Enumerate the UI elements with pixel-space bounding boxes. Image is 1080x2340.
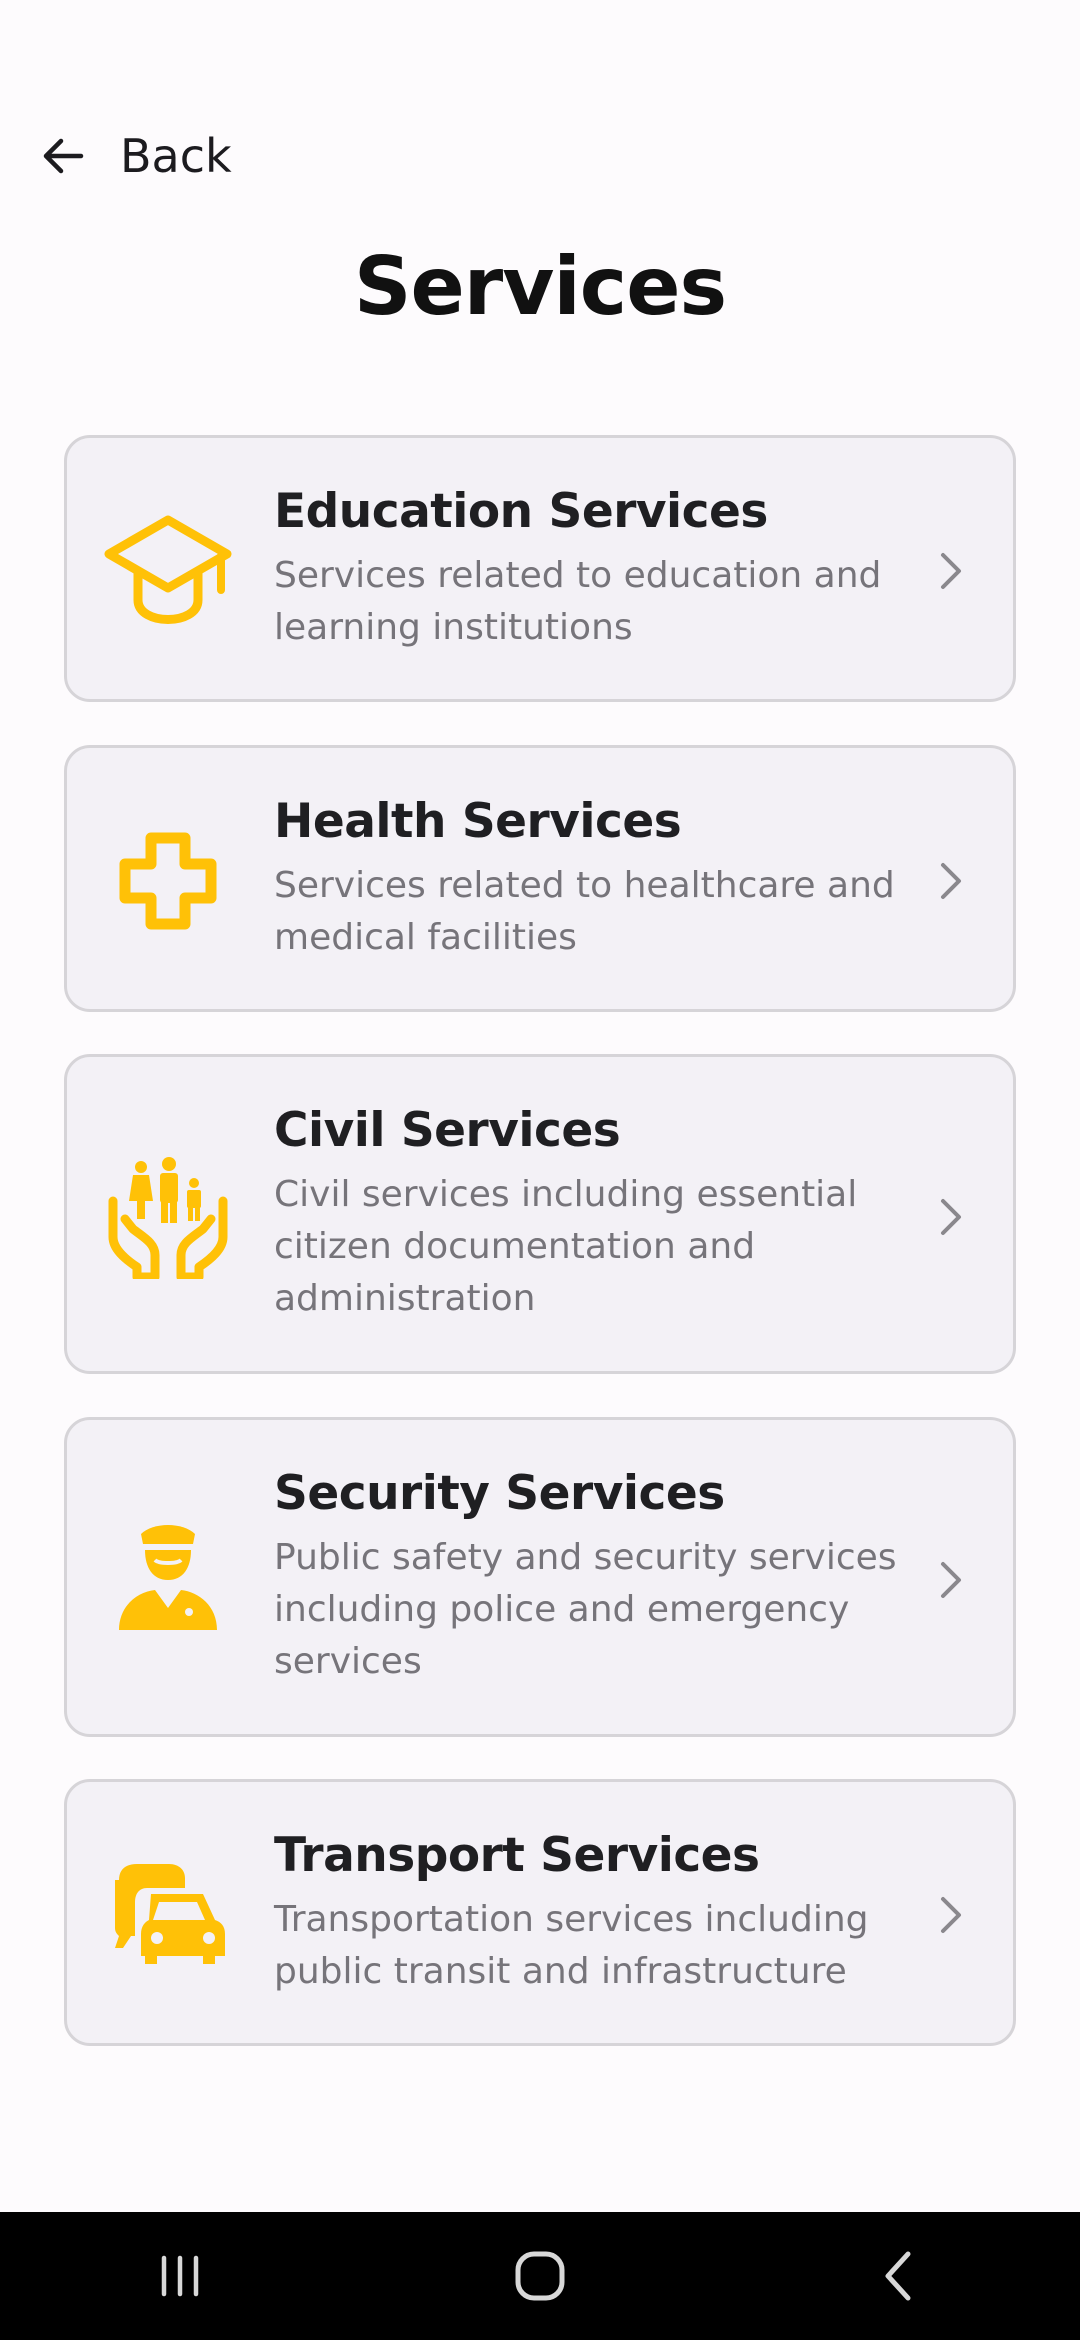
- medical-cross-icon: [103, 816, 233, 946]
- service-description: Services related to healthcare and medic…: [274, 865, 895, 958]
- recents-icon[interactable]: [120, 2236, 240, 2316]
- page-title: Services: [353, 240, 727, 333]
- service-title: Security Services: [274, 1466, 725, 1521]
- system-nav-bar: [0, 2212, 1080, 2340]
- home-icon[interactable]: [480, 2236, 600, 2316]
- chevron-right-icon: [931, 1555, 971, 1605]
- service-description: Civil services including essential citiz…: [274, 1174, 858, 1319]
- service-title: Civil Services: [274, 1103, 621, 1158]
- nav-back-icon[interactable]: [840, 2236, 960, 2316]
- service-title: Health Services: [274, 794, 682, 849]
- back-label: Back: [120, 129, 232, 183]
- back-button[interactable]: Back: [36, 118, 232, 194]
- status-bar: [0, 0, 1080, 80]
- service-card-security[interactable]: Security Services Public safety and secu…: [64, 1417, 1016, 1737]
- chevron-right-icon: [931, 1890, 971, 1940]
- family-hands-icon: [103, 1149, 233, 1279]
- service-card-civil[interactable]: Civil Services Civil services including …: [64, 1054, 1016, 1374]
- service-title: Transport Services: [274, 1828, 760, 1883]
- service-card-education[interactable]: Education Services Services related to e…: [64, 435, 1016, 702]
- service-description: Services related to education and learni…: [274, 555, 882, 648]
- chevron-right-icon: [931, 856, 971, 906]
- police-officer-icon: [103, 1512, 233, 1642]
- service-title: Education Services: [274, 484, 768, 539]
- chevron-right-icon: [931, 1192, 971, 1242]
- service-card-health[interactable]: Health Services Services related to heal…: [64, 745, 1016, 1012]
- service-description: Public safety and security services incl…: [274, 1537, 897, 1682]
- service-description: Transportation services including public…: [274, 1899, 869, 1992]
- graduation-cap-icon: [103, 504, 233, 634]
- chevron-right-icon: [931, 546, 971, 596]
- arrow-left-icon: [36, 129, 90, 183]
- service-card-transport[interactable]: Transport Services Transportation servic…: [64, 1779, 1016, 2046]
- bus-car-icon: [103, 1848, 233, 1978]
